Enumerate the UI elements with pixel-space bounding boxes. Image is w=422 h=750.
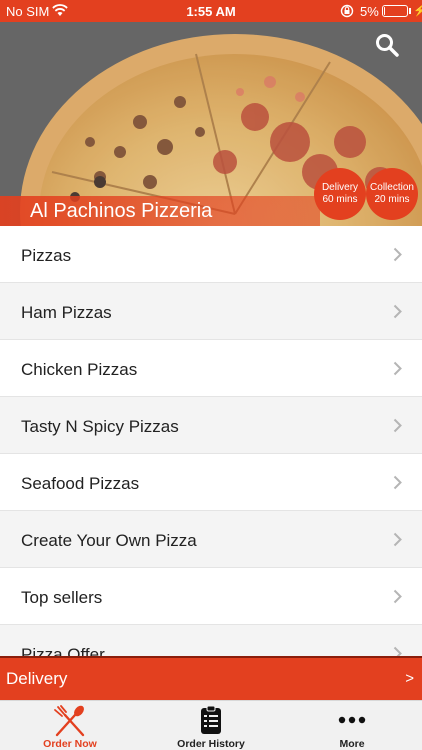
fork-knife-icon (54, 705, 85, 737)
category-item-ham-pizzas[interactable]: Ham Pizzas (0, 283, 422, 340)
chevron-right-icon (393, 646, 402, 656)
charging-icon: ⚡ (413, 5, 422, 17)
collection-time-badge: Collection 20 mins (366, 168, 418, 220)
tab-label: Order Now (43, 738, 97, 750)
tab-more[interactable]: More (282, 701, 422, 750)
battery-icon (382, 5, 408, 17)
hero-banner: Al Pachinos Pizzeria Delivery 60 mins Co… (0, 22, 422, 226)
delivery-time-badge: Delivery 60 mins (314, 168, 366, 220)
category-list: Pizzas Ham Pizzas Chicken Pizzas Tasty N… (0, 226, 422, 656)
category-label: Top sellers (21, 588, 103, 607)
delivery-badge-time: 60 mins (322, 194, 358, 205)
chevron-right-icon (393, 418, 402, 433)
clipboard-list-icon (201, 705, 221, 734)
tab-order-now[interactable]: Order Now (0, 701, 140, 750)
search-icon (376, 34, 399, 57)
chevron-right-icon (393, 532, 402, 547)
battery-cap (409, 8, 411, 14)
category-label: Pizza Offer (21, 645, 105, 656)
category-label: Pizzas (21, 246, 72, 265)
chevron-right-icon (393, 361, 402, 376)
chevron-right-icon: > (405, 670, 414, 687)
tab-label: Order History (177, 738, 245, 750)
delivery-badge-label: Delivery (321, 182, 359, 193)
tab-order-history[interactable]: Order History (141, 701, 281, 750)
orientation-lock-icon (340, 4, 354, 21)
category-label: Tasty N Spicy Pizzas (21, 417, 179, 436)
collection-badge-time: 20 mins (374, 194, 410, 205)
category-item-tasty-spicy-pizzas[interactable]: Tasty N Spicy Pizzas (0, 397, 422, 454)
delivery-mode-button[interactable]: Delivery > (0, 656, 422, 700)
category-item-chicken-pizzas[interactable]: Chicken Pizzas (0, 340, 422, 397)
clock: 1:55 AM (186, 4, 236, 19)
more-dots-icon (338, 716, 366, 724)
category-item-seafood-pizzas[interactable]: Seafood Pizzas (0, 454, 422, 511)
category-item-top-sellers[interactable]: Top sellers (0, 568, 422, 625)
chevron-right-icon (393, 304, 402, 319)
status-bar: No SIM 1:55 AM 5% ⚡ (0, 0, 422, 22)
category-label: Ham Pizzas (21, 303, 112, 322)
battery-percent: 5% (360, 4, 379, 19)
category-item-pizzas[interactable]: Pizzas (0, 226, 422, 283)
category-label: Chicken Pizzas (21, 360, 138, 379)
chevron-right-icon (393, 247, 402, 262)
category-label: Seafood Pizzas (21, 474, 140, 493)
category-label: Create Your Own Pizza (21, 531, 197, 550)
tab-bar: Order Now Order History More (0, 700, 422, 750)
tab-label: More (339, 738, 365, 750)
category-item-pizza-offer[interactable]: Pizza Offer (0, 625, 422, 656)
chevron-right-icon (393, 589, 402, 604)
restaurant-title: Al Pachinos Pizzeria (30, 200, 213, 222)
search-button[interactable] (374, 32, 400, 58)
category-item-create-your-own[interactable]: Create Your Own Pizza (0, 511, 422, 568)
collection-badge-label: Collection (370, 182, 414, 193)
delivery-mode-label: Delivery (6, 669, 68, 688)
chevron-right-icon (393, 475, 402, 490)
